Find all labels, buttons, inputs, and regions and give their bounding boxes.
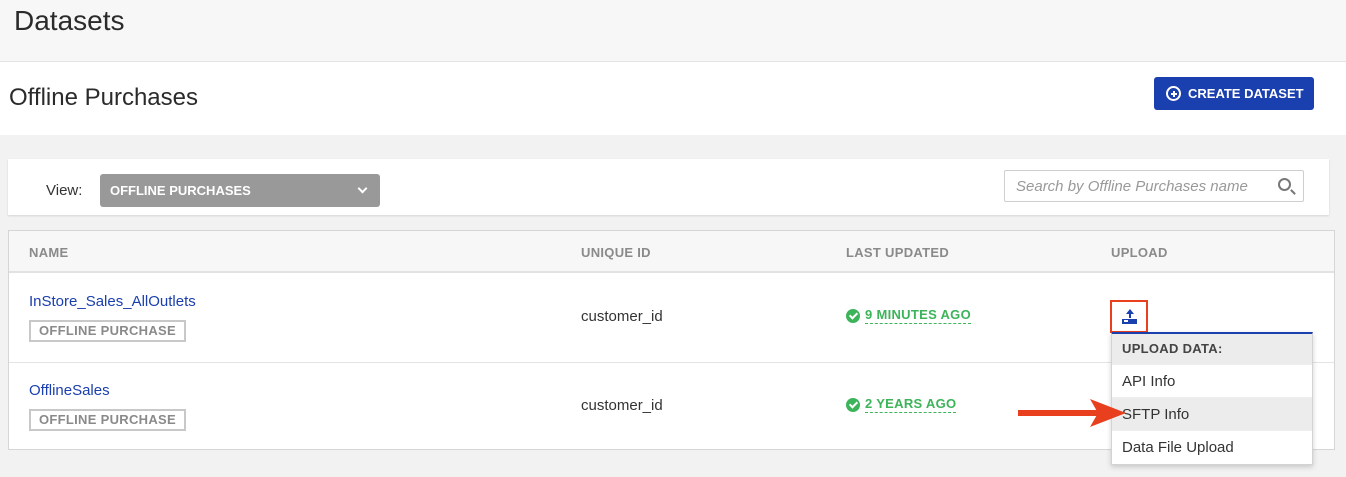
filter-bar: View: OFFLINE PURCHASES <box>8 159 1329 215</box>
dataset-type-badge: OFFLINE PURCHASE <box>29 320 186 342</box>
check-circle-icon <box>846 308 860 323</box>
view-label: View: <box>46 182 83 199</box>
last-updated-text[interactable]: 9 MINUTES AGO <box>865 307 971 324</box>
menu-item-sftp-info[interactable]: SFTP Info <box>1112 397 1312 430</box>
create-dataset-button[interactable]: CREATE DATASET <box>1154 77 1314 110</box>
menu-item-data-file-upload[interactable]: Data File Upload <box>1112 430 1312 463</box>
page-header: Datasets <box>0 0 1346 62</box>
arrow-right-icon <box>1018 399 1126 427</box>
column-header-unique-id[interactable]: UNIQUE ID <box>581 245 651 260</box>
unique-id-value: customer_id <box>581 397 663 414</box>
last-updated: 9 MINUTES AGO <box>846 307 971 324</box>
section-title: Offline Purchases <box>9 84 198 111</box>
dataset-type-badge: OFFLINE PURCHASE <box>29 409 186 431</box>
unique-id-value: customer_id <box>581 308 663 325</box>
last-updated-text[interactable]: 2 YEARS AGO <box>865 396 957 413</box>
search-icon[interactable] <box>1278 178 1291 191</box>
menu-item-api-info[interactable]: API Info <box>1112 364 1312 397</box>
column-header-upload: UPLOAD <box>1111 245 1168 260</box>
section-header: Offline Purchases CREATE DATASET <box>0 62 1346 135</box>
last-updated: 2 YEARS AGO <box>846 396 957 413</box>
column-header-last-updated[interactable]: LAST UPDATED <box>846 245 949 260</box>
dataset-name-link[interactable]: InStore_Sales_AllOutlets <box>29 293 196 310</box>
search-input[interactable] <box>1005 171 1270 201</box>
page-title: Datasets <box>14 5 125 36</box>
table-header: NAME UNIQUE ID LAST UPDATED UPLOAD <box>9 231 1334 273</box>
upload-icon <box>1121 309 1137 325</box>
chevron-down-icon <box>357 183 368 194</box>
create-dataset-label: CREATE DATASET <box>1188 86 1304 101</box>
plus-circle-icon <box>1166 86 1181 101</box>
dataset-name-link[interactable]: OfflineSales <box>29 382 110 399</box>
upload-menu-header: UPLOAD DATA: <box>1112 334 1312 364</box>
check-circle-icon <box>846 397 860 412</box>
upload-button[interactable] <box>1110 300 1148 333</box>
view-select[interactable]: OFFLINE PURCHASES <box>100 174 380 207</box>
search-box <box>1004 170 1304 202</box>
upload-dropdown-menu: UPLOAD DATA: API Info SFTP Info Data Fil… <box>1111 332 1313 465</box>
column-header-name[interactable]: NAME <box>29 245 68 260</box>
view-select-value: OFFLINE PURCHASES <box>110 183 251 198</box>
